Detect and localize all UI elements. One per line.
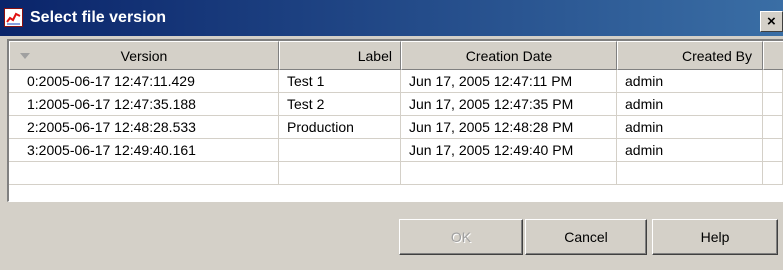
column-header-filler [763,41,783,70]
column-header-label[interactable]: Label [279,41,401,70]
cell-creation-date: Jun 17, 2005 12:49:40 PM [401,139,617,162]
column-header-label: Version [120,48,168,64]
cell-filler [763,93,783,116]
cell-version: 3:2005-06-17 12:49:40.161 [9,139,279,162]
dialog-title: Select file version [30,9,167,26]
cell-creation-date: Jun 17, 2005 12:47:11 PM [401,70,617,93]
table-row[interactable]: 0:2005-06-17 12:47:11.429 Test 1 Jun 17,… [9,70,783,93]
version-table: Version Label Creation Date Created By 0… [7,39,783,202]
column-header-version[interactable]: Version [9,41,279,70]
column-header-text: Creation Date [465,48,553,64]
cell-creation-date: Jun 17, 2005 12:48:28 PM [401,116,617,139]
title-bar[interactable]: Select file version × [0,0,783,36]
ok-button[interactable]: OK [399,219,523,255]
cell-created-by: admin [617,93,763,116]
cell-empty [279,162,401,185]
table-row[interactable]: 3:2005-06-17 12:49:40.161 Jun 17, 2005 1… [9,139,783,162]
cell-created-by: admin [617,139,763,162]
select-file-version-dialog: Select file version × Version Label Crea… [0,0,783,270]
cell-label: Test 1 [279,70,401,93]
cell-filler [763,116,783,139]
cell-empty [763,162,783,185]
close-button[interactable]: × [760,11,783,32]
table-row[interactable]: 2:2005-06-17 12:48:28.533 Production Jun… [9,116,783,139]
cell-version: 1:2005-06-17 12:47:35.188 [9,93,279,116]
column-header-creation-date[interactable]: Creation Date [401,41,617,70]
table-row[interactable]: 1:2005-06-17 12:47:35.188 Test 2 Jun 17,… [9,93,783,116]
cell-created-by: admin [617,116,763,139]
column-header-text: Created By [681,48,752,64]
cell-version: 0:2005-06-17 12:47:11.429 [9,70,279,93]
cell-filler [763,139,783,162]
cell-empty [9,162,279,185]
table-row-empty [9,162,783,185]
column-header-text: Label [357,48,392,64]
cell-empty [617,162,763,185]
cell-label: Test 2 [279,93,401,116]
close-icon: × [767,13,776,30]
sort-arrow-icon [20,53,30,59]
cell-label: Production [279,116,401,139]
chart-icon [4,8,23,27]
help-button[interactable]: Help [652,219,778,255]
cancel-button[interactable]: Cancel [525,219,647,255]
cell-creation-date: Jun 17, 2005 12:47:35 PM [401,93,617,116]
cell-label [279,139,401,162]
cell-empty [401,162,617,185]
cell-version: 2:2005-06-17 12:48:28.533 [9,116,279,139]
cell-created-by: admin [617,70,763,93]
column-header-created-by[interactable]: Created By [617,41,763,70]
cell-filler [763,70,783,93]
